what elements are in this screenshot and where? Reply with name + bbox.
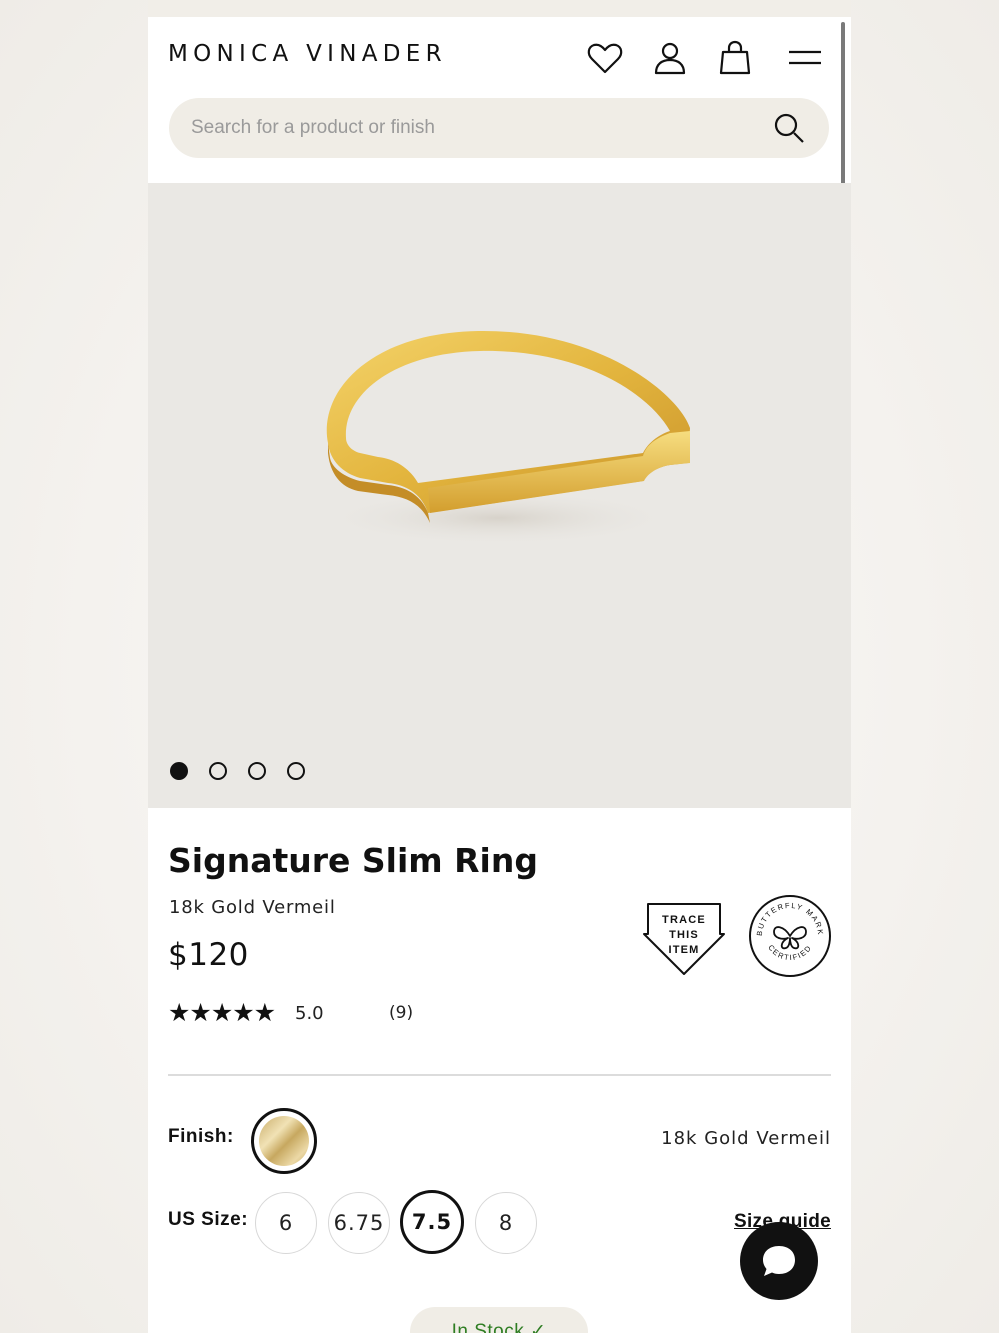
trace-line-3: ITEM <box>668 944 699 956</box>
account-user-icon[interactable] <box>651 39 689 77</box>
product-price: $120 <box>168 937 249 973</box>
rating-value: 5.0 <box>295 1003 324 1024</box>
stock-status-badge: In Stock ✓ <box>410 1307 588 1333</box>
chat-bubble-icon <box>763 1246 795 1276</box>
gallery-dot-3[interactable] <box>248 762 266 780</box>
finish-selected-value: 18k Gold Vermeil <box>661 1128 831 1149</box>
size-option-7-5[interactable]: 7.5 <box>400 1190 464 1254</box>
scrollbar[interactable] <box>841 22 845 192</box>
size-label: US Size: <box>168 1209 249 1230</box>
product-material: 18k Gold Vermeil <box>169 897 336 918</box>
shopping-bag-icon[interactable] <box>716 39 754 77</box>
gallery-dot-1[interactable] <box>170 762 188 780</box>
search-bar[interactable] <box>169 98 829 158</box>
size-option-6[interactable]: 6 <box>255 1192 317 1254</box>
finish-swatch-gold-vermeil[interactable] <box>251 1108 317 1174</box>
search-icon[interactable] <box>773 112 805 144</box>
product-page: MONICA VINADER Search for a product or f… <box>148 0 851 1333</box>
size-option-6-75[interactable]: 6.75 <box>328 1192 390 1254</box>
butterfly-mark-badge-icon: BUTTERFLY MARK CERTIFIED <box>748 894 832 978</box>
chat-button[interactable] <box>740 1222 818 1300</box>
size-option-8[interactable]: 8 <box>475 1192 537 1254</box>
trace-line-1: TRACE <box>662 914 706 926</box>
hamburger-menu-icon[interactable] <box>786 39 824 77</box>
brand-logo[interactable]: MONICA VINADER <box>168 41 447 67</box>
finish-label: Finish: <box>168 1126 234 1147</box>
wishlist-heart-icon[interactable] <box>586 39 624 77</box>
gallery-pagination <box>170 762 305 780</box>
gallery-dot-4[interactable] <box>287 762 305 780</box>
top-strip <box>148 0 851 17</box>
star-rating-icon[interactable]: ★★★★★ <box>168 998 276 1028</box>
finish-swatch-fill <box>259 1116 309 1166</box>
trace-line-2: THIS <box>669 929 699 941</box>
gallery-dot-2[interactable] <box>209 762 227 780</box>
product-title: Signature Slim Ring <box>168 841 538 880</box>
trace-this-item-badge[interactable]: TRACE THIS ITEM <box>642 902 726 976</box>
site-header: MONICA VINADER <box>148 17 851 183</box>
section-divider <box>168 1074 831 1076</box>
product-image-ring <box>298 313 698 563</box>
review-count-link[interactable]: (9) <box>389 1003 413 1023</box>
product-image-gallery[interactable] <box>148 183 851 808</box>
search-input[interactable] <box>191 98 751 158</box>
